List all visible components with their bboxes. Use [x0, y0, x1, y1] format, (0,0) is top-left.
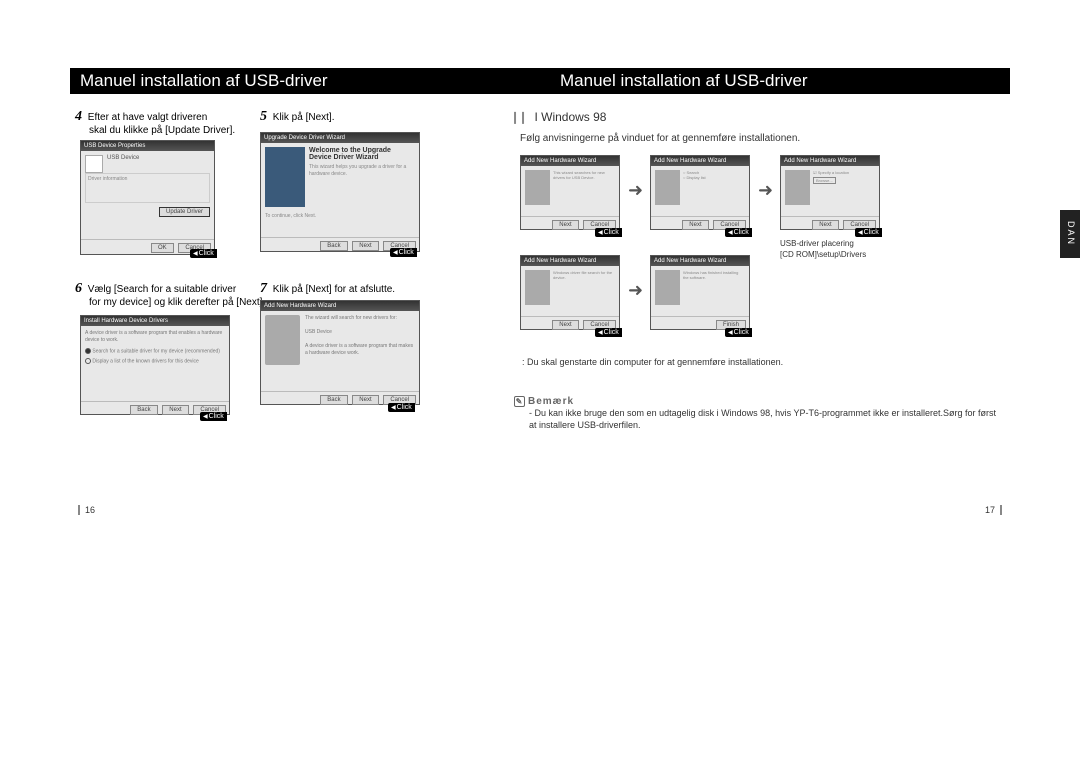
step-6: 6 Vælg [Search for a suitable driver for… — [75, 282, 275, 309]
page-num-left-bar: 16 — [78, 505, 95, 515]
page-num-17: 17 — [985, 505, 1002, 515]
driver-placement-path: [CD ROM]\setup\Drivers — [780, 249, 866, 260]
step-6-text2: for my device] og klik derefter på [Next… — [75, 297, 265, 308]
wizard-side-image — [265, 147, 305, 207]
back-button[interactable]: Back — [320, 395, 347, 405]
step-7-num: 7 — [260, 281, 267, 296]
section-title: I Windows 98 — [534, 110, 606, 124]
right-page: ❙❙ I Windows 98 Følg anvisningerne på vi… — [510, 110, 1010, 490]
restart-text: : Du skal genstarte din computer for at … — [522, 355, 783, 369]
ok-button[interactable]: OK — [151, 243, 174, 253]
click-tag-5: Click — [390, 248, 417, 257]
win98-dialog-3: Add New Hardware Wizard ☑ Specify a loca… — [780, 155, 880, 230]
dialog7-title: Add New Hardware Wizard — [261, 301, 419, 311]
dialog-upgrade-wizard: Upgrade Device Driver Wizard Welcome to … — [260, 132, 420, 252]
next-button[interactable]: Next — [162, 405, 188, 415]
arrow-right-icon: ➜ — [628, 280, 643, 301]
page-num-16: 16 — [78, 505, 95, 515]
dialog-usb-device-properties: USB Device Properties USB Device Driver … — [80, 140, 215, 255]
section-heading: ❙❙ I Windows 98 — [510, 110, 606, 124]
dialog-install-hardware: Install Hardware Device Drivers A device… — [80, 315, 230, 415]
win98-dialog-5: Add New Hardware Wizard Windows has fini… — [650, 255, 750, 330]
step-4: 4 Efter at have valgt driveren skal du k… — [75, 110, 265, 137]
step-7-text: Klik på [Next] for at afslutte. — [273, 284, 395, 295]
click-tag: Click — [725, 228, 752, 237]
computer-icon — [265, 315, 300, 365]
manual-spread: Manuel installation af USB-driver Manuel… — [70, 50, 1010, 530]
next-button[interactable]: Next — [352, 395, 378, 405]
note-text: - Du kan ikke bruge den som en udtagelig… — [514, 407, 1004, 431]
dialog5-title: Upgrade Device Driver Wizard — [261, 133, 419, 143]
page-title-left: Manuel installation af USB-driver — [70, 68, 490, 94]
page-num-right-bar: 17 — [985, 505, 1002, 515]
arrow-right-icon: ➜ — [628, 180, 643, 201]
note-box: ✎Bemærk - Du kan ikke bruge den som en u… — [514, 396, 1004, 431]
dialog-add-new-hardware: Add New Hardware Wizard The wizard will … — [260, 300, 420, 405]
click-tag: Click — [595, 328, 622, 337]
step-4-text1: Efter at have valgt driveren — [88, 112, 208, 123]
page-title-right: Manuel installation af USB-driver — [550, 68, 970, 94]
driver-location-info: USB-driver placering [CD ROM]\setup\Driv… — [780, 238, 866, 260]
heading-bars-icon: ❙❙ — [510, 110, 526, 124]
step-5-text: Klik på [Next]. — [273, 112, 335, 123]
step-4-text2: skal du klikke på [Update Driver]. — [75, 125, 235, 136]
note-icon: ✎ — [514, 396, 525, 407]
computer-icon — [655, 270, 680, 305]
computer-icon — [655, 170, 680, 205]
step-6-text1: Vælg [Search for a suitable driver — [88, 284, 236, 295]
next-button[interactable]: Next — [812, 220, 838, 230]
next-button[interactable]: Next — [552, 220, 578, 230]
win98-dialog-2: Add New Hardware Wizard ○ Search○ Displa… — [650, 155, 750, 230]
step-4-num: 4 — [75, 109, 82, 124]
click-tag: Click — [595, 228, 622, 237]
win98-dialog-4: Add New Hardware Wizard Windows driver f… — [520, 255, 620, 330]
step-5-num: 5 — [260, 109, 267, 124]
computer-icon — [525, 170, 550, 205]
click-tag: Click — [725, 328, 752, 337]
click-tag-4: Click — [190, 249, 217, 258]
step-5: 5 Klik på [Next]. — [260, 110, 334, 124]
win98-dialog-1: Add New Hardware Wizard This wizard sear… — [520, 155, 620, 230]
next-button[interactable]: Next — [352, 241, 378, 251]
back-button[interactable]: Back — [130, 405, 157, 415]
step-6-num: 6 — [75, 281, 82, 296]
driver-placement-label: USB-driver placering — [780, 238, 866, 249]
left-page: 4 Efter at have valgt driveren skal du k… — [70, 110, 490, 490]
computer-icon — [525, 270, 550, 305]
usb-icon — [85, 155, 103, 173]
next-button[interactable]: Next — [552, 320, 578, 330]
click-tag-7: Click — [388, 403, 415, 412]
arrow-right-icon: ➜ — [758, 180, 773, 201]
next-button[interactable]: Next — [682, 220, 708, 230]
click-tag-6: Click — [200, 412, 227, 421]
dialog6-title: Install Hardware Device Drivers — [81, 316, 229, 326]
intro-text: Følg anvisningerne på vinduet for at gen… — [520, 132, 800, 146]
computer-icon — [785, 170, 810, 205]
back-button[interactable]: Back — [320, 241, 347, 251]
update-driver-button[interactable]: Update Driver — [159, 207, 210, 217]
click-tag: Click — [855, 228, 882, 237]
step-7: 7 Klik på [Next] for at afslutte. — [260, 282, 395, 296]
note-heading: ✎Bemærk — [514, 396, 1004, 407]
language-tab-dan: DAN — [1060, 210, 1080, 258]
dialog4-title: USB Device Properties — [81, 141, 214, 151]
